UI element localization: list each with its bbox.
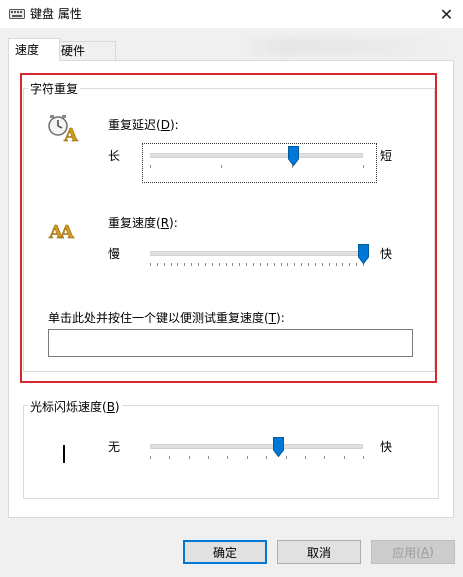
slider-tick bbox=[324, 456, 326, 459]
slider-tick bbox=[246, 456, 248, 459]
cursor-blink-slider[interactable] bbox=[150, 437, 364, 468]
keyboard-icon bbox=[9, 9, 25, 19]
slider-tick bbox=[208, 456, 210, 459]
window-title: 键盘 属性 bbox=[30, 7, 82, 21]
slider-tick bbox=[227, 456, 229, 459]
highlight-box bbox=[20, 73, 437, 383]
close-button[interactable]: ✕ bbox=[430, 0, 463, 28]
close-icon: ✕ bbox=[439, 4, 454, 24]
tab-speed[interactable]: 速度 bbox=[8, 38, 60, 61]
cursor-preview bbox=[63, 445, 65, 463]
tab-hardware[interactable]: 硬件 bbox=[54, 41, 116, 61]
blurred-region bbox=[240, 38, 450, 56]
blink-right-label: 快 bbox=[380, 440, 393, 454]
slider-tick bbox=[285, 456, 287, 459]
slider-tick bbox=[169, 456, 171, 459]
slider-ticks bbox=[150, 456, 364, 461]
ok-button[interactable]: 确定 bbox=[183, 540, 267, 564]
title-bar: 键盘 属性 ✕ bbox=[0, 0, 463, 28]
blink-left-label: 无 bbox=[108, 440, 121, 454]
apply-button[interactable]: 应用(A) bbox=[371, 540, 455, 564]
slider-tick bbox=[266, 456, 268, 459]
slider-tick bbox=[304, 456, 306, 459]
slider-tick bbox=[188, 456, 190, 459]
slider-track bbox=[150, 444, 363, 449]
slider-thumb[interactable] bbox=[272, 437, 284, 457]
cancel-button[interactable]: 取消 bbox=[277, 540, 361, 564]
slider-tick bbox=[343, 456, 345, 459]
slider-tick bbox=[363, 456, 364, 459]
slider-tick bbox=[150, 456, 151, 459]
cursor-blink-legend: 光标闪烁速度(B) bbox=[28, 398, 122, 415]
